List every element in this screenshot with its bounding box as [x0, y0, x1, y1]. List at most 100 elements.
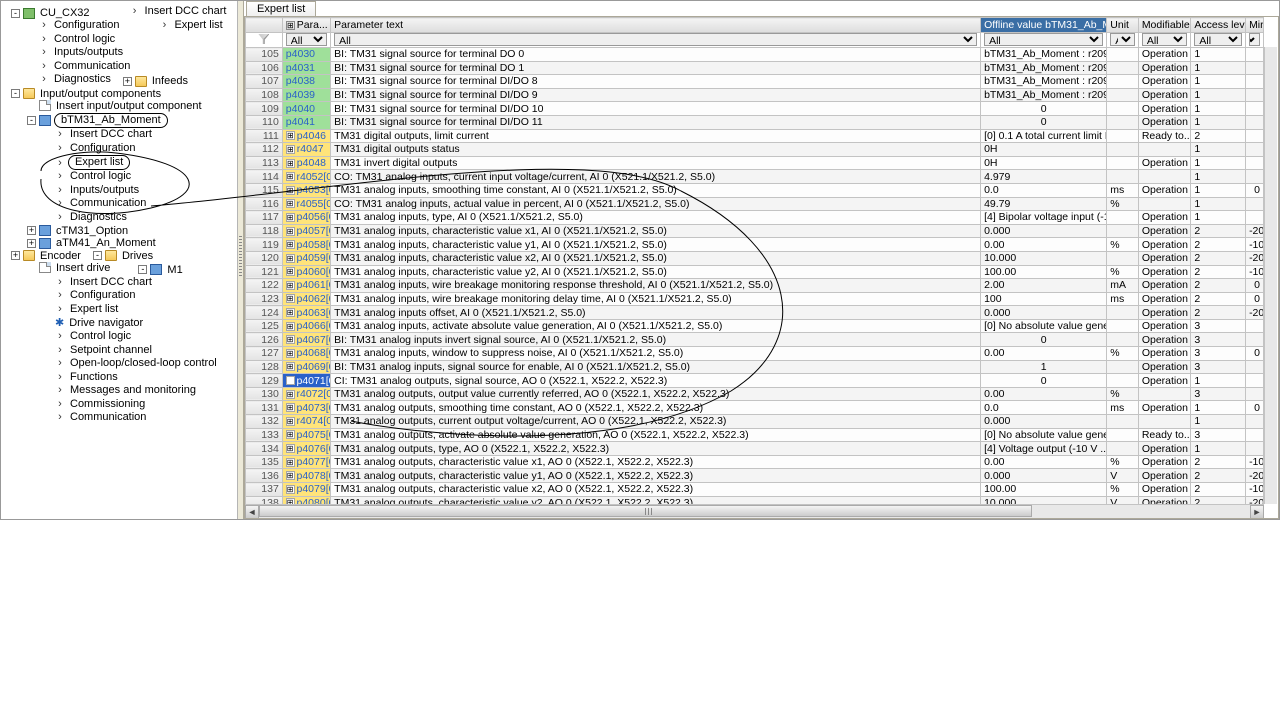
offline-value-cell[interactable]: bTM31_Ab_Moment : r2090.5 [981, 61, 1107, 75]
expand-toggle[interactable]: + [27, 239, 36, 248]
expand-toggle[interactable]: - [11, 89, 20, 98]
param-cell[interactable]: ⊞r4047 [282, 143, 330, 157]
offline-value-cell[interactable]: 0H [981, 143, 1107, 157]
tree-item[interactable]: -Input/output components [3, 88, 165, 100]
offline-value-cell[interactable]: 4.979 [981, 170, 1107, 184]
filter-offline[interactable]: All [984, 33, 1103, 46]
expand-row-icon[interactable]: ⊞ [286, 362, 295, 371]
param-cell[interactable]: p4040 [282, 102, 330, 116]
offline-value-cell[interactable]: 0.000 [981, 415, 1107, 429]
offline-value-cell[interactable]: [0] No absolute value generation [981, 319, 1107, 333]
scroll-thumb[interactable] [259, 505, 1032, 517]
tree-item[interactable]: ›Control logic [3, 33, 119, 45]
offline-value-cell[interactable]: [0] 0.1 A total current limit DI/DO 8 ..… [981, 129, 1107, 143]
offline-value-cell[interactable]: 0.000 [981, 469, 1107, 483]
tree-item[interactable]: ✱Drive navigator [3, 316, 147, 329]
param-cell[interactable]: ⊞p4079[0] [282, 483, 330, 497]
col-offline-value[interactable]: Offline value bTM31_Ab_Mo... [981, 18, 1107, 33]
expand-toggle[interactable]: - [27, 116, 36, 125]
tree-item[interactable]: ›Configuration [3, 142, 139, 154]
tree-item[interactable]: ›Setpoint channel [3, 344, 156, 356]
tree-item[interactable]: ›Control logic [3, 330, 135, 342]
expand-row-icon[interactable]: ⊞ [286, 403, 295, 412]
expand-row-icon[interactable]: ⊞ [286, 227, 295, 236]
filter-row[interactable]: All All All All All All All [246, 33, 1264, 48]
table-row[interactable]: 122 ⊞p4061[0] TM31 analog inputs, wire b… [246, 279, 1264, 293]
tree-item[interactable]: ›Communication [3, 60, 134, 72]
table-row[interactable]: 120 ⊞p4059[0] TM31 analog inputs, charac… [246, 251, 1264, 265]
offline-value-cell[interactable]: 0.00 [981, 347, 1107, 361]
param-cell[interactable]: ⊞r4074[0] [282, 415, 330, 429]
expand-row-icon[interactable]: ⊞ [286, 240, 295, 249]
table-row[interactable]: 138 ⊞p4080[0] TM31 analog outputs, chara… [246, 496, 1264, 504]
param-cell[interactable]: p4030 [282, 48, 330, 62]
offline-value-cell[interactable]: 0.00 [981, 455, 1107, 469]
expand-row-icon[interactable]: ⊞ [286, 335, 295, 344]
tree-item[interactable]: Insert input/output component [3, 100, 206, 112]
offline-value-cell[interactable]: bTM31_Ab_Moment : r2090.4 [981, 48, 1107, 62]
param-cell[interactable]: ⊞p4056[0] [282, 211, 330, 225]
expand-toggle[interactable]: - [93, 251, 102, 260]
expand-row-icon[interactable]: ⊞ [286, 322, 295, 331]
param-cell[interactable]: ⊞p4048 [282, 156, 330, 170]
tree-item[interactable]: -Drives [85, 250, 157, 262]
offline-value-cell[interactable]: 0.000 [981, 224, 1107, 238]
param-cell[interactable]: p4039 [282, 88, 330, 102]
table-row[interactable]: 112 ⊞r4047 TM31 digital outputs status 0… [246, 143, 1264, 157]
param-cell[interactable]: ⊞p4078[0] [282, 469, 330, 483]
offline-value-cell[interactable]: [4] Voltage output (-10 V ... +10 V) [981, 442, 1107, 456]
horizontal-scrollbar[interactable]: ◄ ► [245, 504, 1264, 518]
expand-row-icon[interactable]: ⊞ [286, 430, 295, 439]
tree-item[interactable]: +cTM31_Option [3, 225, 132, 237]
offline-value-cell[interactable]: 0 [981, 115, 1107, 129]
offline-value-cell[interactable]: [0] No absolute value generation [981, 428, 1107, 442]
tree-item[interactable]: ›Expert list [3, 155, 132, 170]
table-row[interactable]: 113 ⊞p4048 TM31 invert digital outputs 0… [246, 156, 1264, 170]
param-cell[interactable]: ⊞p4062[0] [282, 292, 330, 306]
table-row[interactable]: 108 p4039 BI: TM31 signal source for ter… [246, 88, 1264, 102]
expand-row-icon[interactable]: ⊞ [286, 376, 295, 385]
offline-value-cell[interactable]: 100.00 [981, 265, 1107, 279]
tree-item[interactable]: ›Inputs/outputs [3, 46, 127, 58]
param-cell[interactable]: ⊞p4066[0] [282, 319, 330, 333]
table-row[interactable]: 128 ⊞p4069[0] BI: TM31 analog inputs, si… [246, 360, 1264, 374]
table-row[interactable]: 110 p4041 BI: TM31 signal source for ter… [246, 115, 1264, 129]
param-cell[interactable]: ⊞r4072[0] [282, 387, 330, 401]
col-access-level[interactable]: Access leve [1191, 18, 1246, 33]
table-row[interactable]: 134 ⊞p4076[0] TM31 analog outputs, type,… [246, 442, 1264, 456]
table-row[interactable]: 117 ⊞p4056[0] TM31 analog inputs, type, … [246, 211, 1264, 225]
expand-toggle[interactable]: - [138, 265, 147, 274]
offline-value-cell[interactable]: bTM31_Ab_Moment : r2090.1 [981, 88, 1107, 102]
tree-item[interactable]: ›Control logic [3, 170, 135, 182]
table-row[interactable]: 107 p4038 BI: TM31 signal source for ter… [246, 75, 1264, 89]
table-row[interactable]: 118 ⊞p4057[0] TM31 analog inputs, charac… [246, 224, 1264, 238]
table-row[interactable]: 124 ⊞p4063[0] TM31 analog inputs offset,… [246, 306, 1264, 320]
param-cell[interactable]: ⊞p4060[0] [282, 265, 330, 279]
tree-item[interactable]: ›Expert list [123, 19, 226, 31]
filter-param[interactable]: All [286, 33, 327, 46]
expand-toggle[interactable]: + [11, 251, 20, 260]
table-row[interactable]: 116 ⊞r4055[0] CO: TM31 analog inputs, ac… [246, 197, 1264, 211]
tree-item[interactable]: -bTM31_Ab_Moment [3, 113, 170, 128]
col-modifiable[interactable]: Modifiable [1138, 18, 1191, 33]
table-row[interactable]: 109 p4040 BI: TM31 signal source for ter… [246, 102, 1264, 116]
param-cell[interactable]: ⊞p4073[0] [282, 401, 330, 415]
expand-row-icon[interactable]: ⊞ [286, 349, 295, 358]
project-tree-pane[interactable]: -CU_CX32›Insert DCC chart›Configuration›… [1, 1, 238, 519]
table-row[interactable]: 114 ⊞r4052[0] CO: TM31 analog inputs, cu… [246, 170, 1264, 184]
vertical-scrollbar[interactable] [1264, 47, 1277, 504]
scroll-left-button[interactable]: ◄ [245, 505, 259, 519]
param-cell[interactable]: ⊞p4046 [282, 129, 330, 143]
offline-value-cell[interactable]: 0H [981, 156, 1107, 170]
param-cell[interactable]: ⊞p4053[0] [282, 183, 330, 197]
tree-item[interactable]: ›Configuration [3, 289, 139, 301]
tree-item[interactable]: ›Functions [3, 371, 122, 383]
table-row[interactable]: 111 ⊞p4046 TM31 digital outputs, limit c… [246, 129, 1264, 143]
offline-value-cell[interactable]: bTM31_Ab_Moment : r2090.0 [981, 75, 1107, 89]
filter-min[interactable]: All [1249, 33, 1260, 46]
param-cell[interactable]: ⊞p4075[0] [282, 428, 330, 442]
table-row[interactable]: 126 ⊞p4067[0] BI: TM31 analog inputs inv… [246, 333, 1264, 347]
expand-row-icon[interactable]: ⊞ [286, 213, 295, 222]
offline-value-cell[interactable]: 0.0 [981, 401, 1107, 415]
filter-text[interactable]: All [334, 33, 977, 46]
